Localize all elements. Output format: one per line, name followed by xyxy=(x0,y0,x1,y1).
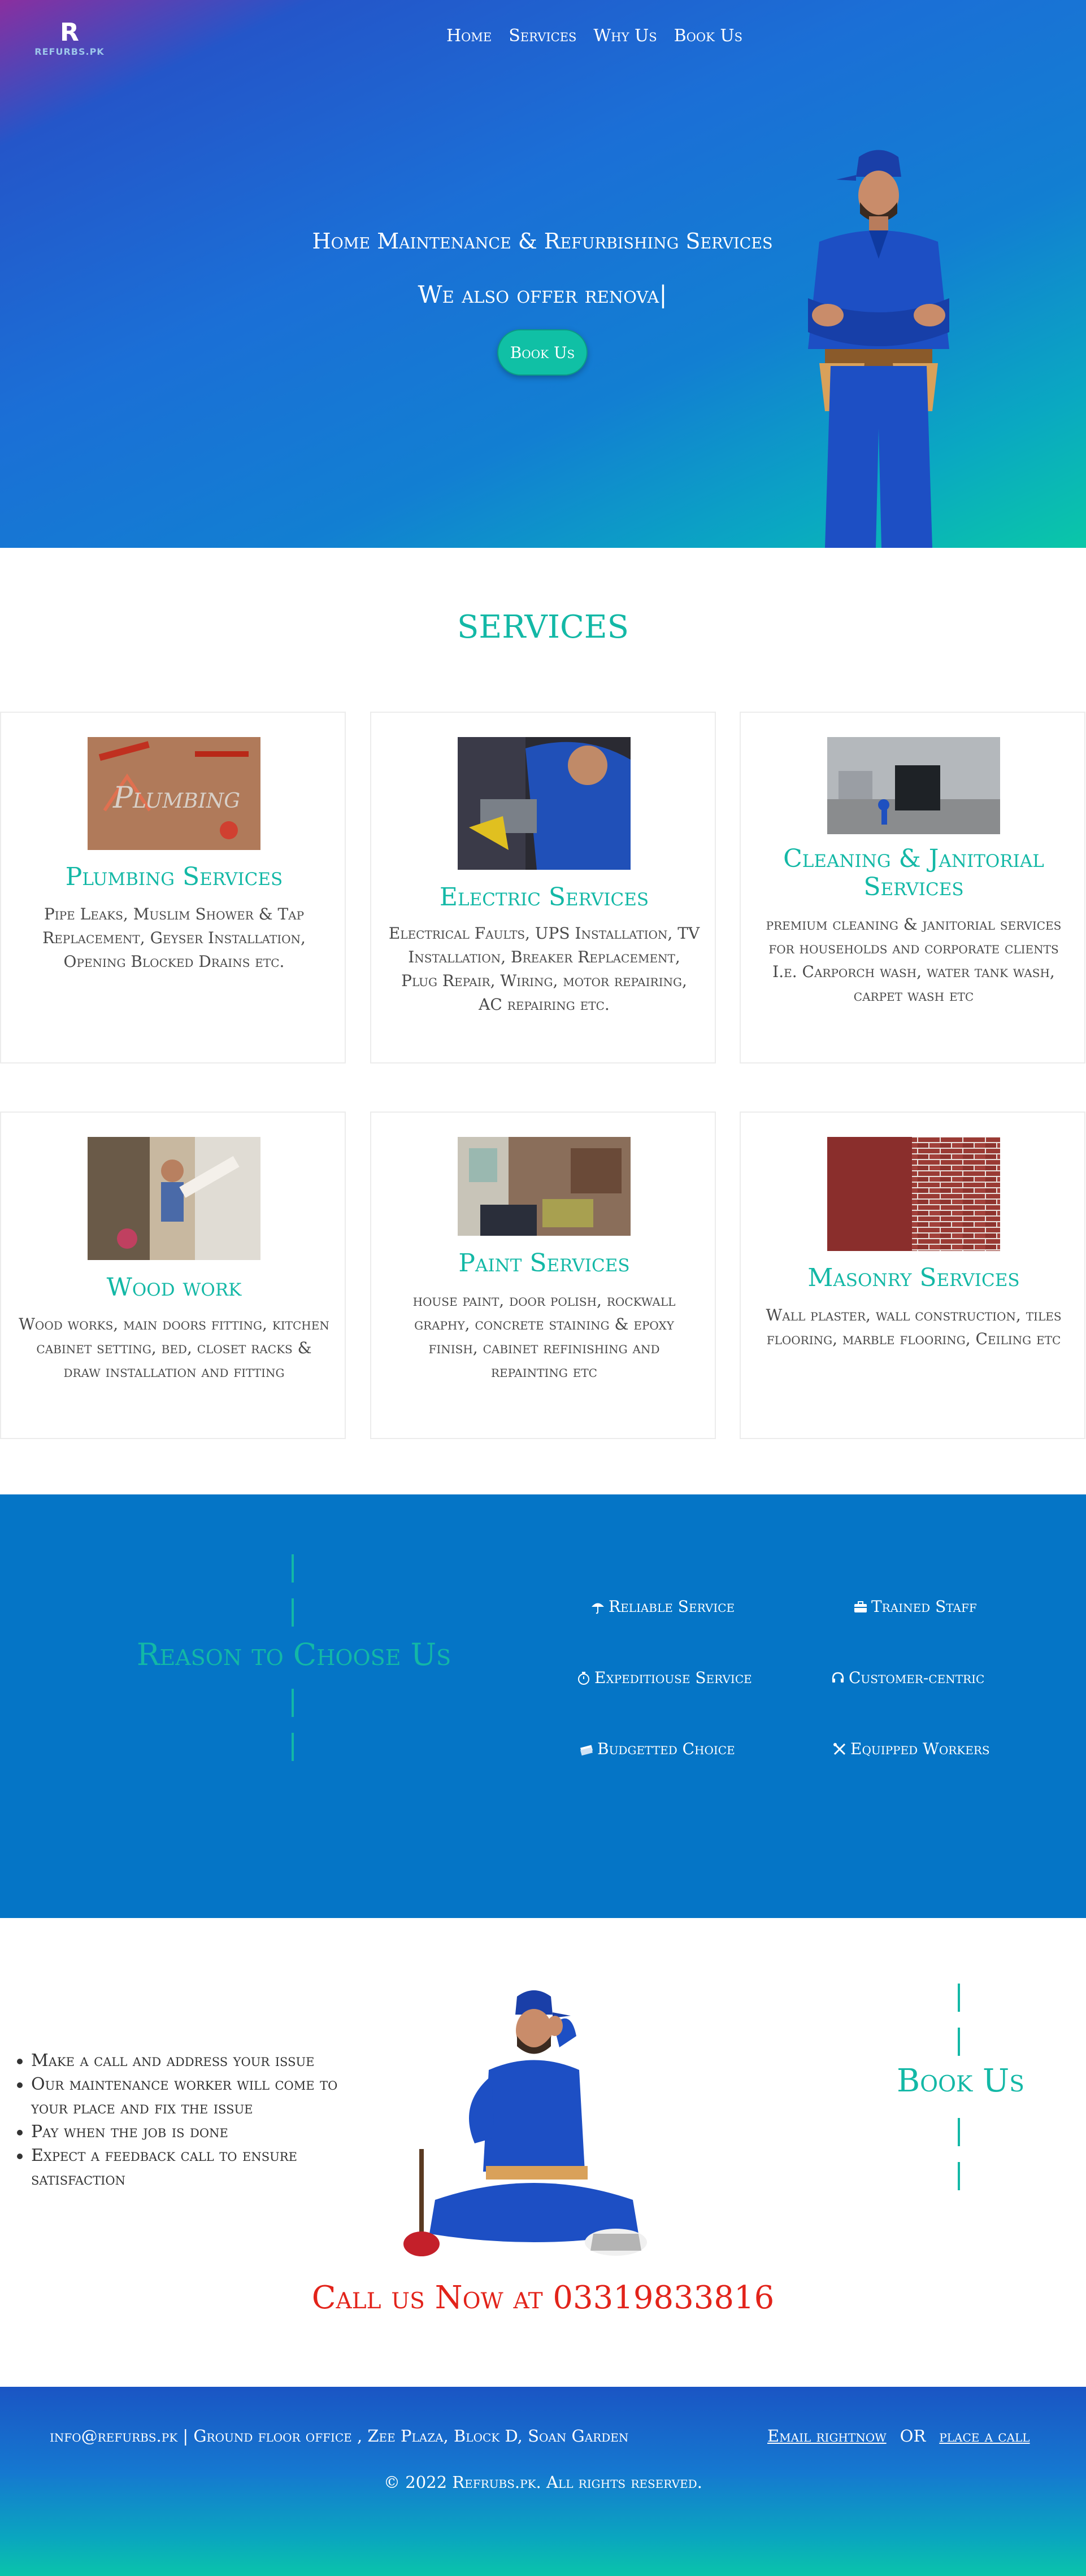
service-card-plumbing: Plumbing Plumbing Services Pipe Leaks, M… xyxy=(0,712,346,1063)
divider-bar xyxy=(958,2118,960,2146)
electric-image xyxy=(458,737,631,870)
why-item-label: Budgetted Choice xyxy=(597,1740,735,1758)
book-us-button[interactable]: Book Us xyxy=(497,329,588,376)
cleaning-description: premium cleaning & janitorial services f… xyxy=(766,915,1062,1005)
nav-services[interactable]: Services xyxy=(509,26,576,46)
why-item-label: Trained Staff xyxy=(871,1597,977,1616)
worker-photo xyxy=(808,150,949,548)
umbrella-icon xyxy=(592,1603,604,1614)
why-item-trained: Trained Staff xyxy=(853,1597,977,1616)
list-item: Our maintenance worker will come to your… xyxy=(12,2073,363,2120)
paint-image xyxy=(458,1137,631,1236)
footer-contact-links: Email rightnow OR place a call xyxy=(767,2426,1030,2446)
list-item: Make a call and address your issue xyxy=(12,2049,363,2073)
why-item-label: Expeditiouse Service xyxy=(594,1668,752,1687)
cleaning-title: Cleaning & Janitorial Services xyxy=(783,844,1044,901)
woodwork-description: Wood works, main doors fitting, kitchen … xyxy=(19,1315,329,1381)
call-now-text[interactable]: Call us Now at 03319833816 xyxy=(0,2279,1086,2316)
or-text: OR xyxy=(900,2426,926,2446)
service-card-cleaning: Cleaning & Janitorial Services premium c… xyxy=(740,712,1085,1063)
list-item: Pay when the job is done xyxy=(12,2120,363,2144)
woodwork-title: Wood work xyxy=(106,1273,242,1302)
service-card-masonry: Masonry Services Wall plaster, wall cons… xyxy=(740,1112,1085,1439)
plumbing-title: Plumbing Services xyxy=(65,862,283,891)
logo[interactable]: R REFURBS.PK xyxy=(33,18,106,58)
logo-mark: R xyxy=(60,18,79,47)
worker-photo xyxy=(403,1990,647,2256)
masonry-image xyxy=(827,1137,1000,1251)
why-us-title: Reason to Choose Us xyxy=(136,1637,451,1672)
masonry-title: Masonry Services xyxy=(807,1263,1020,1292)
nav-book-us[interactable]: Book Us xyxy=(674,26,742,46)
hero-subtitle: We also offer renova| xyxy=(418,281,667,308)
why-item-budget: Budgetted Choice xyxy=(579,1740,735,1758)
plumbing-description: Pipe Leaks, Muslim Shower & Tap Replacem… xyxy=(42,905,306,971)
plumbing-image: Plumbing xyxy=(88,737,260,850)
nav-why-us[interactable]: Why Us xyxy=(593,26,657,46)
services-title: SERVICES xyxy=(457,609,629,646)
hero-section: R REFURBS.PK Home Services Why Us Book U… xyxy=(0,0,1086,548)
list-item: Expect a feedback call to ensure satisfa… xyxy=(12,2144,363,2191)
nav-home[interactable]: Home xyxy=(446,26,492,46)
cleaning-image xyxy=(827,737,1000,834)
logo-text: REFURBS.PK xyxy=(34,46,105,57)
why-item-label: Customer-centric xyxy=(849,1668,985,1687)
divider-bar xyxy=(958,2162,960,2190)
electric-title: Electric Services xyxy=(439,883,649,912)
headset-icon xyxy=(832,1672,844,1683)
divider-bar xyxy=(292,1554,294,1583)
briefcase-icon xyxy=(854,1601,867,1612)
service-card-paint: Paint Services house paint, door polish,… xyxy=(370,1112,716,1439)
footer-address: info@refurbs.pk | Ground floor office , … xyxy=(50,2426,629,2446)
divider-bar xyxy=(958,2028,960,2056)
hero-title: Home Maintenance & Refurbishing Services xyxy=(312,229,773,254)
divider-bar xyxy=(292,1598,294,1627)
divider-bar xyxy=(292,1733,294,1761)
service-card-electric: Electric Services Electrical Faults, UPS… xyxy=(370,712,716,1063)
why-item-customer: Customer-centric xyxy=(831,1668,984,1687)
stopwatch-icon xyxy=(578,1671,589,1685)
svg-text:Plumbing: Plumbing xyxy=(112,781,240,815)
why-item-equipped: Equipped Workers xyxy=(832,1740,990,1758)
divider-bar xyxy=(958,1984,960,2012)
booking-steps-list: Make a call and address your issue Our m… xyxy=(12,2049,363,2191)
copyright: © 2022 Refrubs.pk. All rights reserved. xyxy=(384,2473,702,2492)
masonry-description: Wall plaster, wall construction, tiles f… xyxy=(766,1306,1062,1348)
service-card-woodwork: Wood work Wood works, main doors fitting… xyxy=(0,1112,346,1439)
why-item-label: Reliable Service xyxy=(609,1597,735,1616)
email-link[interactable]: Email rightnow xyxy=(767,2426,887,2446)
paint-title: Paint Services xyxy=(458,1249,630,1278)
book-us-title: Book Us xyxy=(897,2063,1024,2099)
woodwork-image xyxy=(88,1137,260,1260)
why-us-section xyxy=(0,1494,1086,1918)
why-item-label: Equipped Workers xyxy=(850,1740,990,1758)
place-call-link[interactable]: place a call xyxy=(939,2426,1029,2446)
why-item-expeditious: Expeditiouse Service xyxy=(576,1668,752,1687)
money-icon xyxy=(580,1745,593,1755)
divider-bar xyxy=(292,1689,294,1717)
why-item-reliable: Reliable Service xyxy=(590,1597,735,1616)
tools-icon xyxy=(833,1742,846,1755)
paint-description: house paint, door polish, rockwall graph… xyxy=(412,1291,676,1381)
electric-description: Electrical Faults, UPS Installation, TV … xyxy=(388,924,700,1014)
main-nav: Home Services Why Us Book Us xyxy=(446,26,742,46)
